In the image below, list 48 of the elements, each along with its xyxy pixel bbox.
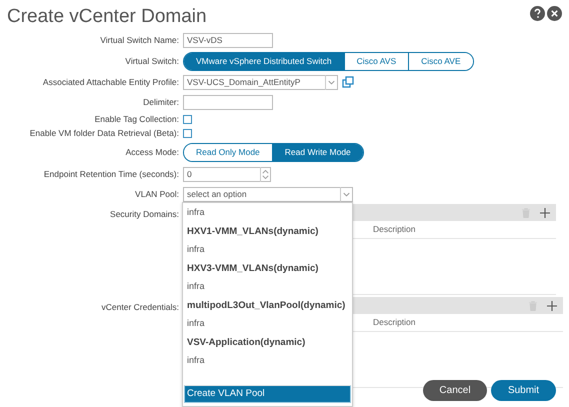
dialog-title: Create vCenter Domain [7, 6, 207, 29]
option-tenant: infra [187, 317, 206, 330]
select-field[interactable]: VSV-UCS_Domain_AttEntityP [183, 74, 338, 90]
option-tenant: infra [187, 243, 206, 256]
option-name: HXV1-VMM_VLANs(dynamic) [187, 225, 320, 240]
field-label: Virtual Switch: [124, 54, 180, 68]
column-header: Description [373, 316, 416, 329]
open-window-icon[interactable] [342, 76, 354, 88]
text-field[interactable] [183, 94, 273, 110]
cancel-button[interactable]: Cancel [423, 380, 487, 401]
option-name: multipodL3Out_VlanPool(dynamic) [187, 299, 346, 314]
dropdown-option[interactable]: multipodL3Out_VlanPool(dynamic) infra [183, 296, 352, 334]
option-tenant: infra [187, 280, 206, 294]
field-label: Enable Tag Collection: [94, 112, 180, 126]
text-field[interactable]: VSV-vDS [183, 32, 273, 48]
select-field[interactable]: select an option [183, 186, 353, 202]
field-label: Delimiter: [142, 96, 180, 108]
dropdown-option[interactable]: infra [183, 202, 352, 222]
field-label: Access Mode: [124, 146, 180, 158]
add-icon[interactable] [540, 208, 550, 218]
dropdown-option[interactable]: HXV3-VMM_VLANs(dynamic) infra [183, 260, 352, 296]
field-label: Virtual Switch Name: [99, 34, 180, 46]
field-label: Associated Attachable Entity Profile: [42, 76, 180, 88]
option-tenant: infra [187, 206, 206, 219]
segment-button[interactable]: Cisco AVE [408, 52, 473, 70]
option-tenant: infra [187, 354, 206, 368]
option-name: HXV3-VMM_VLANs(dynamic) [187, 262, 320, 276]
field-label: vCenter Credentials: [100, 301, 180, 314]
column-header: Description [373, 223, 416, 236]
field-label: Security Domains: [109, 208, 180, 221]
caret-icon[interactable] [325, 74, 337, 90]
segment-button[interactable]: Read Write Mode [272, 144, 363, 160]
number-field[interactable]: 0 [183, 166, 271, 182]
option-name: VSV-Application(dynamic) [187, 336, 306, 350]
field-label: Enable VM folder Data Retrieval (Beta): [28, 126, 180, 140]
submit-button[interactable]: Submit [491, 380, 556, 401]
dropdown-option[interactable]: HXV1-VMM_VLANs(dynamic) infra [183, 222, 352, 260]
checkbox[interactable] [183, 114, 192, 124]
dropdown-option[interactable]: VSV-Application(dynamic) infra [183, 334, 352, 370]
checkbox[interactable] [183, 128, 192, 138]
help-icon[interactable] [530, 6, 545, 21]
field-label: VLAN Pool: [134, 188, 180, 200]
close-icon[interactable] [547, 6, 562, 21]
create-option[interactable]: Create VLAN Pool [184, 384, 351, 403]
field-label: Endpoint Retention Time (seconds): [42, 168, 180, 180]
segment-button[interactable]: VMware vSphere Distributed Switch [184, 52, 344, 70]
spinner-icon[interactable] [260, 166, 270, 182]
add-icon[interactable] [547, 300, 557, 310]
